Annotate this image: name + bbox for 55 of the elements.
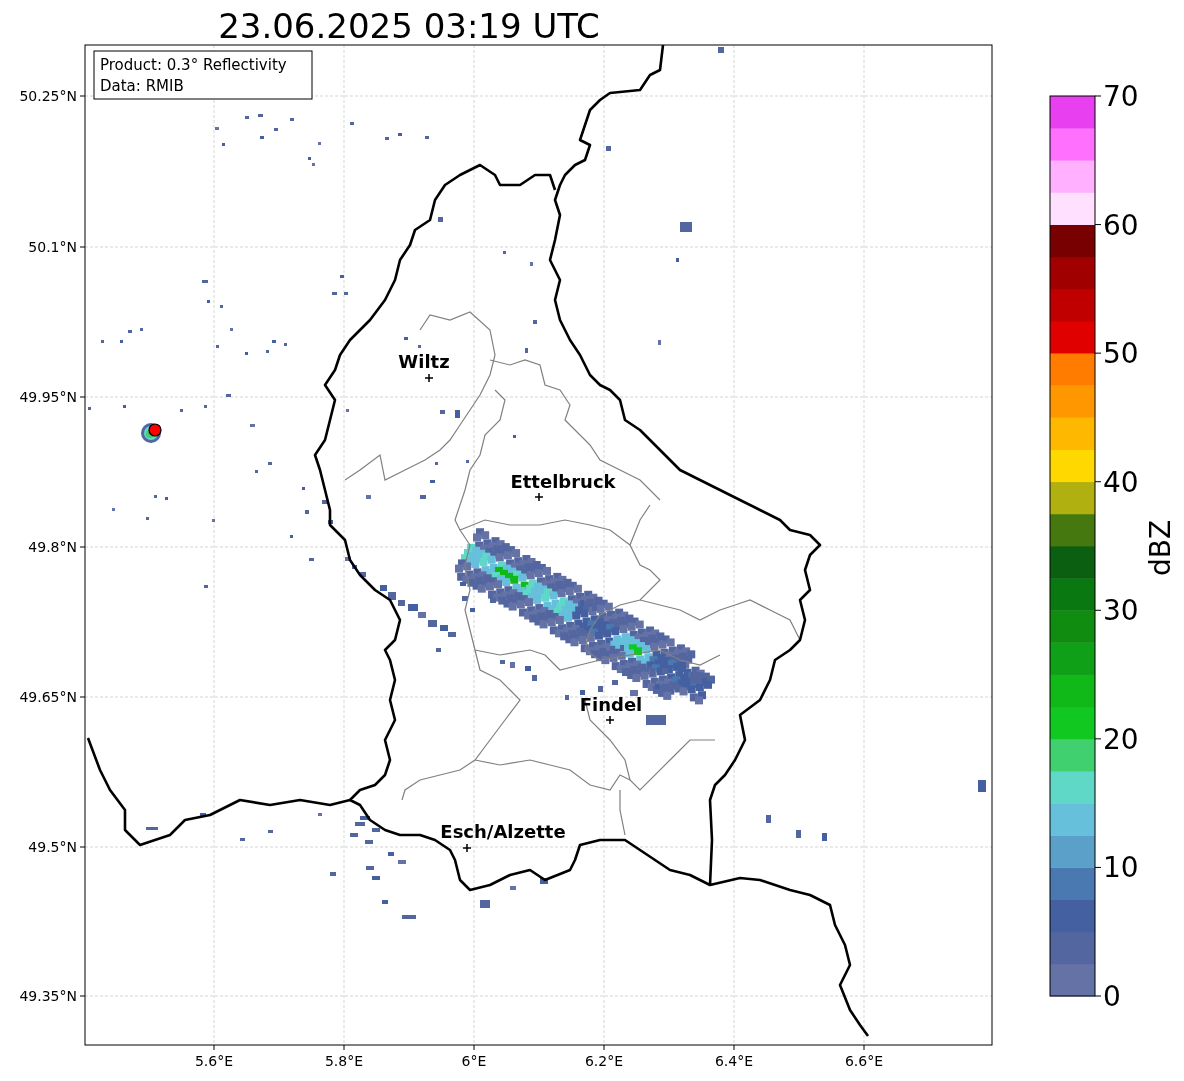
- city-label: Wiltz: [398, 351, 450, 372]
- longitude-label: 6.4°E: [714, 1053, 754, 1069]
- radar-site-marker: [148, 423, 162, 437]
- colorbar-tick-label: 50: [1103, 337, 1139, 371]
- tick-mark: [79, 246, 86, 248]
- colorbar-tick-label: 70: [1103, 80, 1139, 113]
- latitude-label: 49.65°N: [19, 689, 77, 705]
- tick-mark: [1094, 609, 1102, 611]
- city-marker-icon: [605, 715, 615, 725]
- tick-mark: [213, 1044, 215, 1051]
- city-marker-icon: [462, 843, 472, 853]
- tick-mark: [79, 995, 86, 997]
- colorbar-tick-label: 40: [1103, 465, 1139, 499]
- latitude-label: 49.95°N: [19, 389, 77, 405]
- tick-mark: [79, 396, 86, 398]
- latitude-label: 49.35°N: [19, 988, 77, 1004]
- colorbar-tick-label: 60: [1103, 208, 1139, 242]
- longitude-label: 6.6°E: [844, 1053, 884, 1069]
- latitude-label: 49.8°N: [28, 539, 77, 555]
- longitude-label: 6.2°E: [584, 1053, 624, 1069]
- tick-mark: [1094, 95, 1102, 97]
- city-label: Esch/Alzette: [440, 821, 566, 842]
- tick-mark: [343, 1044, 345, 1051]
- city-label: Ettelbruck: [510, 471, 616, 492]
- longitude-label: 5.8°E: [324, 1053, 364, 1069]
- tick-mark: [1094, 352, 1102, 354]
- map-title: 23.06.2025 03:19 UTC: [218, 6, 600, 46]
- tick-mark: [473, 1044, 475, 1051]
- colorbar-label: dBZ: [1144, 519, 1177, 577]
- tick-mark: [1094, 866, 1102, 868]
- latitude-label: 50.1°N: [28, 239, 77, 255]
- tick-mark: [1094, 224, 1102, 226]
- tick-mark: [1094, 738, 1102, 740]
- info-text: Product: 0.3° Reflectivity: [100, 56, 287, 74]
- tick-mark: [603, 1044, 605, 1051]
- tick-mark: [1094, 995, 1102, 997]
- tick-mark: [1094, 481, 1102, 483]
- colorbar-tick-label: 20: [1103, 722, 1139, 756]
- longitude-label: 6°E: [461, 1053, 487, 1069]
- tick-mark: [863, 1044, 865, 1051]
- tick-mark: [79, 696, 86, 698]
- colorbar-tick-label: 10: [1103, 851, 1139, 885]
- tick-mark: [79, 846, 86, 848]
- colorbar-tick-label: 30: [1103, 594, 1139, 628]
- tick-mark: [733, 1044, 735, 1051]
- city-marker-icon: [534, 492, 544, 502]
- latitude-label: 50.25°N: [19, 88, 77, 104]
- city-marker-icon: [424, 373, 434, 383]
- city-label: Findel: [579, 694, 643, 715]
- longitude-label: 5.6°E: [194, 1053, 234, 1069]
- tick-mark: [79, 95, 86, 97]
- tick-mark: [79, 546, 86, 548]
- colorbar-tick-label: 0: [1103, 980, 1121, 1013]
- latitude-label: 49.5°N: [28, 839, 77, 855]
- info-text: Data: RMIB: [100, 77, 184, 95]
